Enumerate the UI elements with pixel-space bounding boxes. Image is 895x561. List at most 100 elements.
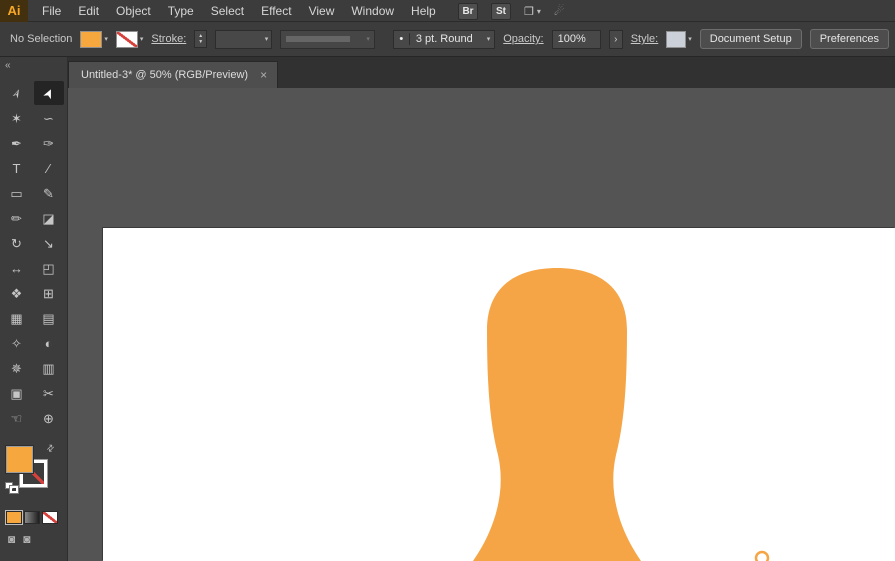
direct-selection-tool[interactable]: ➤ [33,81,64,105]
document-tab-bar: Untitled-3* @ 50% (RGB/Preview) × [68,57,895,88]
width-tool[interactable]: ↔ [2,256,32,280]
collapse-panel-icon[interactable]: « [0,57,67,75]
scale-tool[interactable]: ↘ [34,231,64,255]
fill-indicator-swatch[interactable] [6,446,33,473]
swap-fill-stroke-icon[interactable]: ⇄ [45,442,58,455]
draw-behind-icon[interactable]: ◙ [23,532,30,546]
style-label[interactable]: Style: [631,33,659,45]
default-fill-stroke-icon[interactable] [5,482,19,494]
hand-tool[interactable]: ☜ [2,406,32,430]
magic-wand-tool[interactable]: ✶ [2,106,32,130]
menu-view[interactable]: View [309,4,335,18]
stroke-color-swatch[interactable] [115,30,138,48]
rectangle-tool-icon: ▭ [10,185,23,201]
perspective-grid-tool[interactable]: ⊞ [34,281,64,305]
menu-window[interactable]: Window [351,4,394,18]
direct-selection-tool-icon: ➤ [39,84,58,102]
shape-builder-tool[interactable]: ❖ [2,281,32,305]
gradient-tool[interactable]: ▤ [34,306,64,330]
fill-stroke-indicator: ⇄ [5,442,58,494]
none-mode-button[interactable] [42,511,58,524]
selection-tool[interactable]: ➢ [2,81,32,105]
style-select[interactable]: ▾ [666,30,692,48]
canvas[interactable] [68,88,895,561]
artboard-svg [473,268,770,561]
document-tab[interactable]: Untitled-3* @ 50% (RGB/Preview) × [68,61,279,88]
control-bar: No Selection ▾ ▾ Stroke: ▲ ▼ ▾ ▾ • 3 pt.… [0,22,895,57]
document-setup-button[interactable]: Document Setup [699,29,802,49]
workspace-switcher[interactable]: ❐ ▾ [524,5,541,18]
fill-color-control[interactable]: ▾ [80,30,108,48]
color-mode-button[interactable] [5,510,23,525]
blend-tool[interactable]: ◐ [34,331,64,355]
mesh-tool[interactable]: ▦ [2,306,32,330]
chevron-down-icon: ▾ [536,6,541,16]
menubar-right-group: Br St ❐ ▾ ☄ [458,0,565,22]
touch-workspace-icon[interactable]: ☄ [554,4,565,18]
line-segment-tool-icon: ∕ [47,160,50,176]
rectangle-tool[interactable]: ▭ [2,181,32,205]
shape-builder-tool-icon: ❖ [10,285,23,301]
paintbrush-tool[interactable]: ✎ [34,181,64,205]
opacity-label[interactable]: Opacity: [503,33,543,45]
style-swatch[interactable] [666,30,687,48]
menu-help[interactable]: Help [411,4,436,18]
drawn-pin-shape[interactable] [473,268,641,561]
curvature-tool[interactable]: ✑ [34,131,64,155]
eraser-tool[interactable]: ◪ [34,206,64,230]
width-profile-select[interactable]: ▾ [280,29,375,49]
lasso-tool[interactable]: ∽ [34,106,64,130]
menu-effect[interactable]: Effect [261,4,291,18]
selection-status: No Selection [10,33,73,45]
pen-tool[interactable]: ✒ [2,131,32,155]
chevron-down-icon[interactable]: ▾ [104,35,108,43]
draw-normal-icon[interactable]: ◙ [8,532,15,546]
menu-select[interactable]: Select [211,4,244,18]
small-circle-shape[interactable] [754,550,770,561]
chevron-down-icon[interactable]: ▾ [140,35,144,43]
type-tool[interactable]: T [2,156,32,180]
opacity-expand-button[interactable]: › [608,29,623,49]
selection-tool-icon: ➢ [7,84,26,102]
zoom-tool[interactable]: ⊕ [34,406,64,430]
paint-mode-row [5,510,67,525]
menu-file[interactable]: File [42,4,61,18]
menu-object[interactable]: Object [116,4,151,18]
menu-type[interactable]: Type [168,4,194,18]
pencil-tool[interactable]: ✏ [2,206,32,230]
width-profile-preview [286,36,351,42]
brushes-panel-button[interactable]: Br [458,2,478,20]
width-tool-icon: ↔ [10,260,23,276]
brush-definition-select[interactable]: • 3 pt. Round ▾ [392,29,496,49]
stroke-weight-select[interactable]: ▾ [215,29,273,49]
column-graph-tool[interactable]: ▥ [34,356,64,380]
menu-edit[interactable]: Edit [78,4,99,18]
stroke-weight-stepper[interactable]: ▲ ▼ [194,30,208,48]
chevron-down-icon[interactable]: ▾ [688,35,692,43]
rotate-tool[interactable]: ↻ [2,231,32,255]
document-area: Untitled-3* @ 50% (RGB/Preview) × [68,57,895,561]
preferences-button[interactable]: Preferences [809,29,889,49]
stroke-label[interactable]: Stroke: [151,33,186,45]
stroke-color-control[interactable]: ▾ [115,30,144,48]
free-transform-tool[interactable]: ◰ [34,256,64,280]
symbol-sprayer-tool[interactable]: ✵ [2,356,32,380]
workspace-layout-icon: ❐ [524,5,534,18]
curvature-tool-icon: ✑ [43,135,54,151]
close-icon[interactable]: × [260,68,267,82]
fill-color-swatch[interactable] [80,30,103,48]
scale-tool-icon: ↘ [43,235,54,251]
opacity-value-select[interactable]: 100% [551,29,601,49]
artboard[interactable] [103,228,895,561]
brush-value: 3 pt. Round [415,33,473,45]
chevron-down-icon: ▾ [264,36,269,43]
gradient-mode-button[interactable] [24,511,40,524]
artboard-tool[interactable]: ▣ [2,381,32,405]
slice-tool[interactable]: ✂ [34,381,64,405]
graphic-styles-panel-button[interactable]: St [491,2,511,20]
mini-stroke-icon [9,485,19,494]
eyedropper-tool[interactable]: ✧ [2,331,32,355]
stepper-down-icon[interactable]: ▼ [198,39,203,45]
line-segment-tool[interactable]: ∕ [34,156,64,180]
drawing-modes-row: ◙ ◙ [8,532,67,546]
